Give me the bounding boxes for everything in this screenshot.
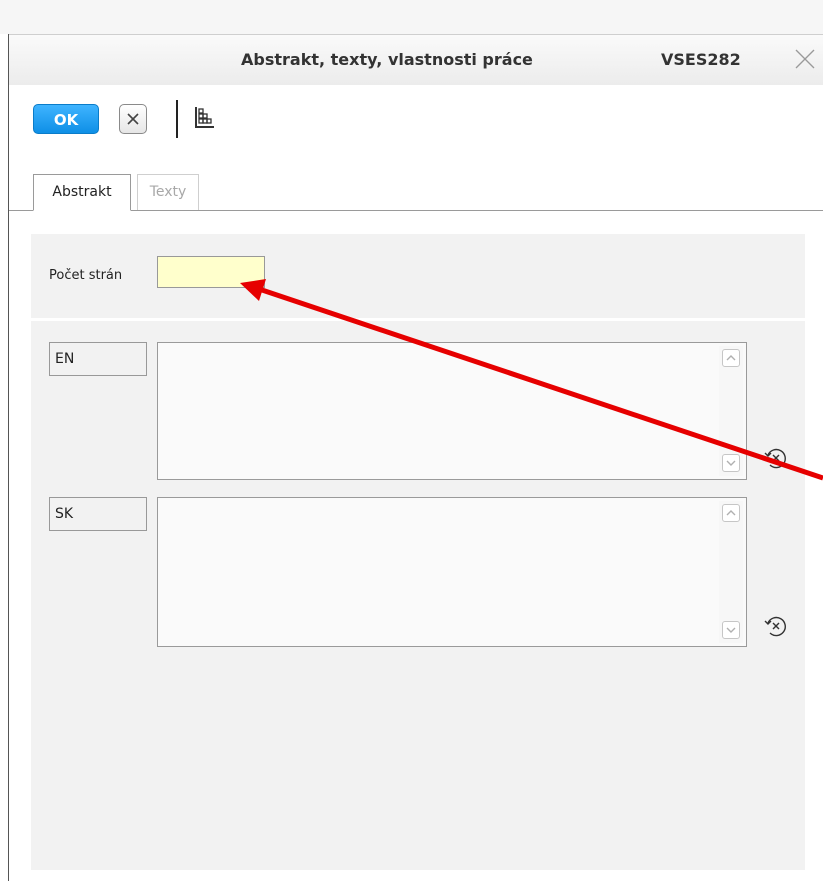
top-background-strip: [0, 0, 823, 34]
ok-button[interactable]: OK: [33, 104, 99, 134]
cancel-button[interactable]: [119, 104, 147, 134]
scroll-up-button[interactable]: [722, 504, 740, 522]
toolbar-separator: [176, 100, 178, 138]
title-bar: Abstrakt, texty, vlastnosti práce VSES28…: [9, 34, 823, 85]
abstract-textarea-sk[interactable]: [157, 497, 747, 647]
form-panel: Počet strán EN SK: [31, 234, 805, 870]
lang-label-en: EN: [49, 342, 147, 376]
scrollbar[interactable]: [719, 346, 743, 476]
dialog-window: Abstrakt, texty, vlastnosti práce VSES28…: [9, 34, 823, 881]
clear-text-icon[interactable]: [761, 612, 789, 640]
tab-texty[interactable]: Texty: [137, 174, 199, 210]
chevron-up-icon: [726, 510, 736, 516]
lang-label-sk: SK: [49, 497, 147, 531]
section-divider: [31, 318, 805, 321]
grid-icon[interactable]: [193, 106, 215, 130]
tab-abstrakt[interactable]: Abstrakt: [33, 174, 131, 211]
chevron-down-icon: [726, 627, 736, 633]
page-count-label: Počet strán: [49, 268, 123, 283]
page-count-input[interactable]: [157, 256, 265, 288]
chevron-up-icon: [726, 355, 736, 361]
scrollbar[interactable]: [719, 501, 743, 643]
clear-text-icon[interactable]: [761, 444, 789, 472]
scroll-down-button[interactable]: [722, 621, 740, 639]
scroll-down-button[interactable]: [722, 454, 740, 472]
window-title: Abstrakt, texty, vlastnosti práce: [241, 50, 533, 69]
toolbar: OK: [9, 84, 823, 166]
abstract-textarea-en[interactable]: [157, 342, 747, 480]
tab-bar: Abstrakt Texty: [9, 166, 823, 212]
window-code: VSES282: [661, 50, 741, 69]
tab-baseline: [9, 210, 823, 211]
chevron-down-icon: [726, 460, 736, 466]
scroll-up-button[interactable]: [722, 349, 740, 367]
close-icon[interactable]: [793, 47, 817, 71]
x-icon: [127, 113, 139, 125]
